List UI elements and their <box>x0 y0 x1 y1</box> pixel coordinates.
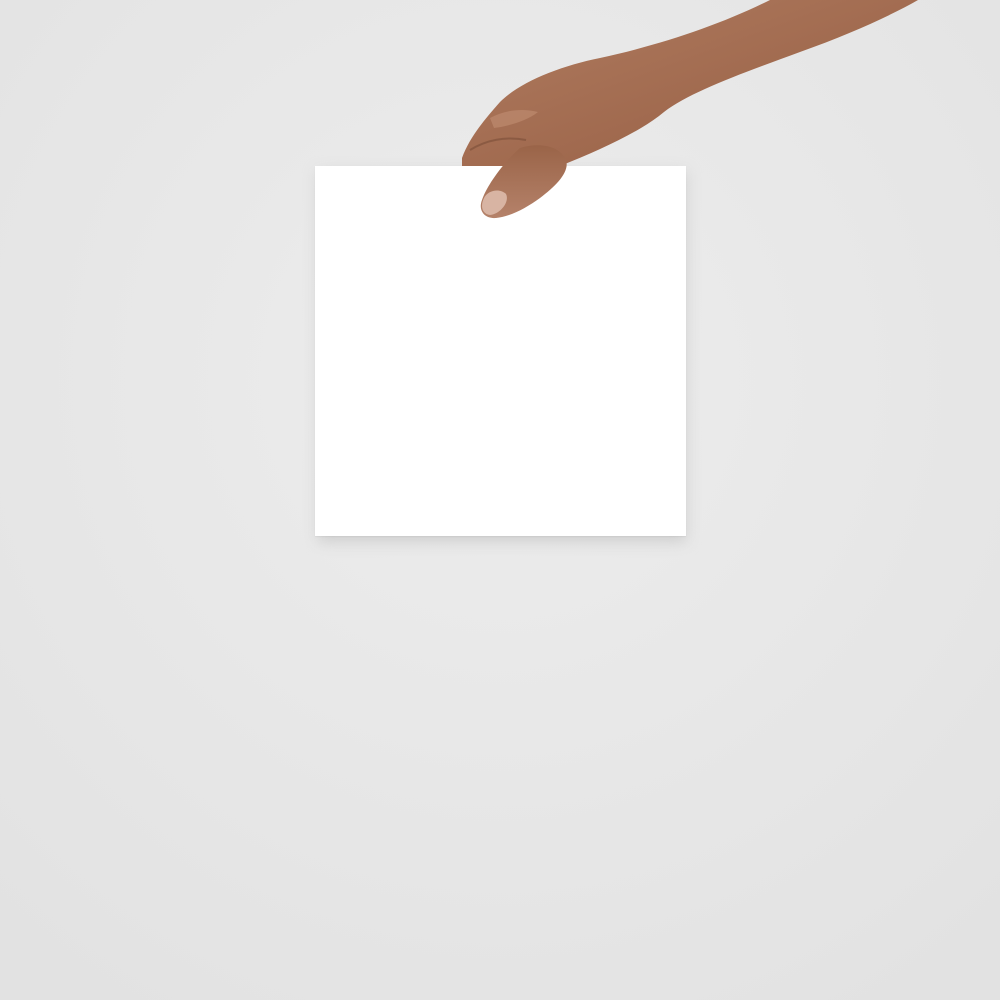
photo-scene <box>0 0 1000 1000</box>
blank-square-paper <box>315 166 686 536</box>
